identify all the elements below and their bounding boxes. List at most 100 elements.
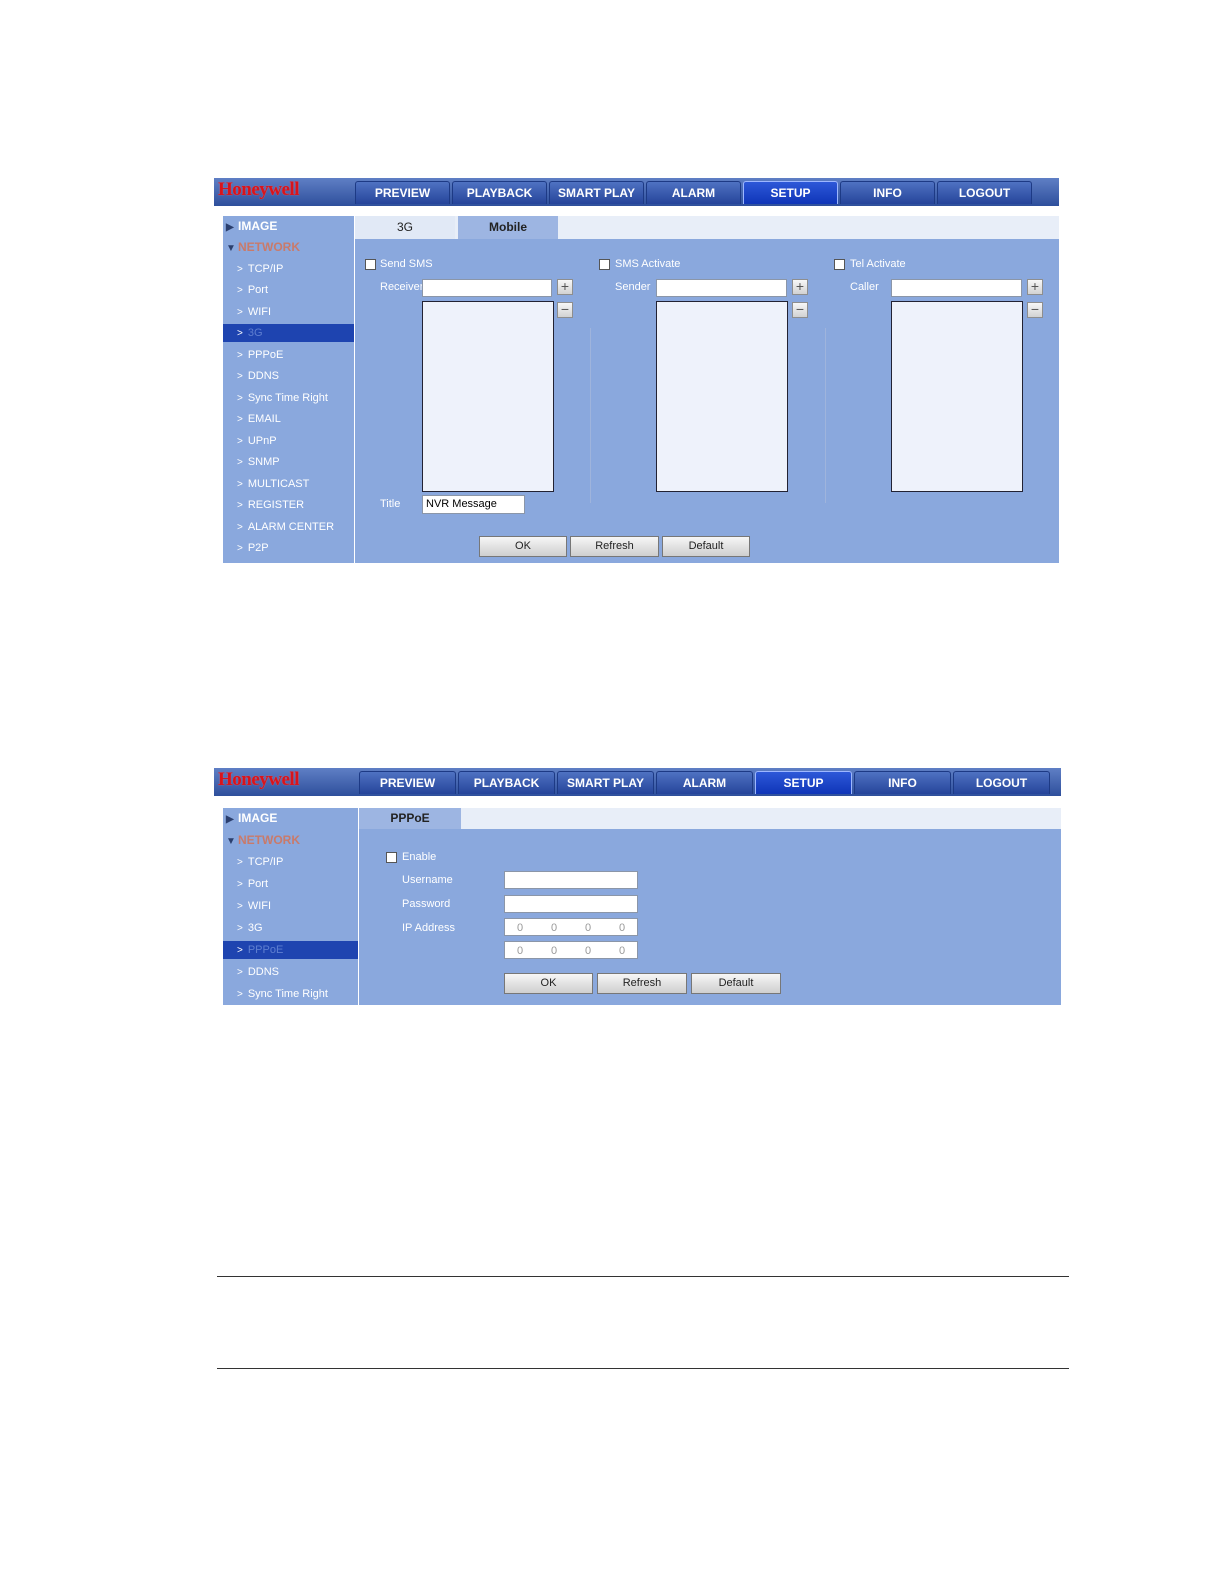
triangle-down-icon: ▼: [226, 243, 236, 254]
sidebar-item-3g[interactable]: >3G: [223, 919, 358, 937]
sidebar-item-p2p[interactable]: > P2P: [223, 539, 354, 557]
top-bar: Honeywell PREVIEW PLAYBACK SMART PLAY AL…: [214, 768, 1061, 796]
default-button[interactable]: Default: [662, 536, 750, 557]
ip-octet: 0: [619, 922, 626, 934]
sender-input[interactable]: [656, 279, 787, 297]
chevron-right-icon: >: [237, 857, 243, 868]
nav-playback[interactable]: PLAYBACK: [458, 771, 555, 794]
nav-setup[interactable]: SETUP: [755, 771, 852, 794]
nav-logout[interactable]: LOGOUT: [953, 771, 1050, 794]
chevron-right-icon: >: [237, 479, 243, 490]
nav-setup[interactable]: SETUP: [743, 181, 838, 204]
tab-3g[interactable]: 3G: [355, 216, 455, 239]
remove-receiver-button[interactable]: −: [557, 302, 573, 318]
top-bar: Honeywell PREVIEW PLAYBACK SMART PLAY AL…: [214, 178, 1059, 206]
default-button[interactable]: Default: [691, 973, 781, 994]
ok-button[interactable]: OK: [479, 536, 567, 557]
sender-list[interactable]: [656, 301, 788, 492]
chevron-right-icon: >: [237, 285, 243, 296]
sidebar-item-tcpip[interactable]: > TCP/IP: [223, 853, 358, 871]
sidebar-cat-network[interactable]: ▼ NETWORK: [226, 238, 300, 256]
chevron-right-icon: >: [237, 414, 243, 425]
chevron-right-icon: >: [237, 350, 243, 361]
sidebar-item-wifi[interactable]: > WIFI: [223, 897, 358, 915]
enable-checkbox[interactable]: [386, 852, 397, 863]
sidebar-item-upnp[interactable]: > UPnP: [223, 432, 354, 450]
sidebar-cat-image[interactable]: ▶ IMAGE: [226, 217, 277, 235]
chevron-right-icon: >: [237, 543, 243, 554]
nav-preview[interactable]: PREVIEW: [359, 771, 456, 794]
sidebar-item-pppoe[interactable]: > PPPoE: [223, 941, 358, 959]
sidebar-item-port[interactable]: > Port: [223, 875, 358, 893]
chevron-right-icon: >: [237, 500, 243, 511]
ip-address-input-2[interactable]: 0 0 0 0: [504, 941, 638, 959]
enable-label: Enable: [402, 851, 437, 863]
refresh-button[interactable]: Refresh: [570, 536, 659, 557]
sidebar-item-sync-time-right[interactable]: > Sync Time Right: [223, 389, 354, 407]
nav-logout[interactable]: LOGOUT: [937, 181, 1032, 204]
sms-activate-label: SMS Activate: [615, 258, 681, 270]
title-input[interactable]: NVR Message: [422, 495, 525, 514]
nav-smart-play[interactable]: SMART PLAY: [557, 771, 654, 794]
remove-caller-button[interactable]: −: [1027, 302, 1043, 318]
sidebar-cat-network[interactable]: ▼ NETWORK: [226, 831, 300, 849]
remove-sender-button[interactable]: −: [792, 302, 808, 318]
mobile-settings-screenshot: Honeywell PREVIEW PLAYBACK SMART PLAY AL…: [214, 178, 1059, 563]
sidebar-item-wifi[interactable]: > WIFI: [223, 303, 354, 321]
caller-label: Caller: [850, 281, 879, 293]
nav-info[interactable]: INFO: [840, 181, 935, 204]
nav-alarm[interactable]: ALARM: [646, 181, 741, 204]
sidebar-item-3g[interactable]: >3G: [223, 324, 354, 342]
nav-preview[interactable]: PREVIEW: [355, 181, 450, 204]
ip-octet: 0: [551, 945, 558, 957]
tab-pppoe[interactable]: PPPoE: [359, 808, 461, 829]
send-sms-checkbox[interactable]: [365, 259, 376, 270]
sms-activate-checkbox[interactable]: [599, 259, 610, 270]
chevron-right-icon: >: [237, 328, 243, 339]
sidebar-item-tcpip[interactable]: > TCP/IP: [223, 260, 354, 278]
main-nav: PREVIEW PLAYBACK SMART PLAY ALARM SETUP …: [359, 771, 1050, 794]
tab-mobile[interactable]: Mobile: [458, 216, 558, 239]
plus-icon: +: [1030, 278, 1040, 294]
sidebar-item-email[interactable]: > EMAIL: [223, 410, 354, 428]
chevron-right-icon: >: [237, 901, 243, 912]
ip-address-input[interactable]: 0 0 0 0: [504, 918, 638, 936]
plus-icon: +: [795, 278, 805, 294]
nav-alarm[interactable]: ALARM: [656, 771, 753, 794]
sidebar-item-port[interactable]: > Port: [223, 281, 354, 299]
triangle-down-icon: ▼: [226, 836, 236, 847]
receiver-list[interactable]: [422, 301, 554, 492]
caller-input[interactable]: [891, 279, 1022, 297]
nav-playback[interactable]: PLAYBACK: [452, 181, 547, 204]
ip-octet: 0: [585, 945, 592, 957]
chevron-right-icon: >: [237, 436, 243, 447]
receiver-input[interactable]: [422, 279, 552, 297]
sidebar-item-snmp[interactable]: > SNMP: [223, 453, 354, 471]
sidebar-item-ddns[interactable]: > DDNS: [223, 963, 358, 981]
add-receiver-button[interactable]: +: [557, 279, 573, 295]
password-input[interactable]: [504, 895, 638, 913]
tab-strip: PPPoE: [359, 808, 1061, 829]
minus-icon: −: [795, 301, 805, 317]
nav-smart-play[interactable]: SMART PLAY: [549, 181, 644, 204]
nav-info[interactable]: INFO: [854, 771, 951, 794]
add-caller-button[interactable]: +: [1027, 279, 1043, 295]
username-input[interactable]: [504, 871, 638, 889]
sidebar-item-ddns[interactable]: > DDNS: [223, 367, 354, 385]
sidebar-item-sync-time-right[interactable]: > Sync Time Right: [223, 985, 358, 1003]
sidebar-cat-image[interactable]: ▶ IMAGE: [226, 809, 277, 827]
sidebar-item-register[interactable]: > REGISTER: [223, 496, 354, 514]
sidebar-item-alarm-center[interactable]: > ALARM CENTER: [223, 518, 354, 536]
minus-icon: −: [560, 301, 570, 317]
sidebar-item-multicast[interactable]: > MULTICAST: [223, 475, 354, 493]
chevron-right-icon: >: [237, 879, 243, 890]
sidebar-item-pppoe[interactable]: > PPPoE: [223, 346, 354, 364]
chevron-right-icon: >: [237, 264, 243, 275]
refresh-button[interactable]: Refresh: [597, 973, 687, 994]
ok-button[interactable]: OK: [504, 973, 593, 994]
caller-list[interactable]: [891, 301, 1023, 492]
add-sender-button[interactable]: +: [792, 279, 808, 295]
chevron-right-icon: >: [237, 371, 243, 382]
plus-icon: +: [560, 278, 570, 294]
tel-activate-checkbox[interactable]: [834, 259, 845, 270]
